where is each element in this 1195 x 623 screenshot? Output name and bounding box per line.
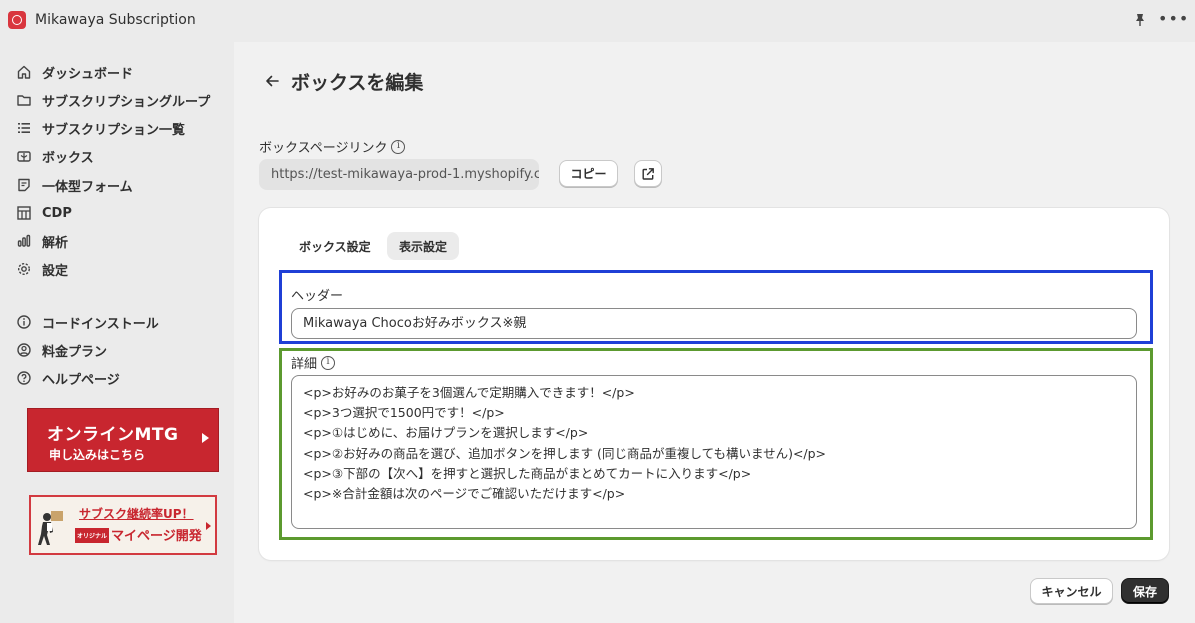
arrow-right-icon	[202, 433, 209, 443]
header-field-label: ヘッダー	[291, 289, 344, 304]
sidebar-item-label: 設定	[42, 263, 69, 279]
page-title: ボックスを編集	[291, 72, 424, 94]
tab-box-settings[interactable]: ボックス設定	[287, 232, 383, 260]
question-circle-icon	[16, 370, 32, 386]
sidebar-item-cdp[interactable]: CDP	[16, 202, 72, 224]
box-link-label: ボックスページリンク	[259, 137, 406, 156]
arrow-right-icon	[206, 522, 211, 530]
save-button[interactable]: 保存	[1121, 578, 1169, 604]
sidebar-item-label: 一体型フォーム	[42, 179, 133, 195]
bar-chart-icon	[16, 233, 32, 249]
gear-icon	[16, 261, 32, 277]
sidebar-item-label: ボックス	[42, 150, 94, 166]
online-mtg-banner[interactable]: オンラインMTG 申し込みはこちら	[27, 408, 219, 472]
detail-text-line: <p>②お好みの商品を選び、追加ボタンを押します (同じ商品が重複しても構いませ…	[303, 445, 827, 461]
sidebar-item-subscription-list[interactable]: サブスクリプション一覧	[16, 117, 185, 139]
detail-field-label: 詳細	[291, 353, 336, 372]
tab-display-settings[interactable]: 表示設定	[387, 232, 460, 260]
sidebar-item-integrated-form[interactable]: 一体型フォーム	[16, 174, 133, 196]
detail-text-line: <p>3つ選択で1500円です！</p>	[303, 405, 505, 421]
pin-icon[interactable]	[1132, 12, 1148, 28]
app-logo-icon	[8, 11, 26, 29]
app-title: Mikawaya Subscription	[35, 12, 196, 28]
copy-button[interactable]: コピー	[559, 160, 618, 187]
detail-text-line: <p>お好みのお菓子を3個選んで定期購入できます！</p>	[303, 385, 635, 400]
detail-textarea[interactable]: <p>お好みのお菓子を3個選んで定期購入できます！</p> <p>3つ選択で15…	[291, 375, 1137, 529]
sidebar-item-label: 解析	[42, 235, 69, 251]
gift-icon	[16, 148, 32, 164]
detail-text-line: <p>③下部の【次へ】を押すと選択した商品がまとめてカートに入ります</p>	[303, 465, 752, 481]
detail-text-line: <p>※合計金額は次のページでご確認いただけます</p>	[303, 486, 626, 502]
sidebar-item-label: ダッシュボード	[42, 66, 134, 82]
user-circle-icon	[16, 342, 32, 358]
home-icon	[16, 64, 32, 80]
info-icon[interactable]	[391, 139, 406, 154]
external-link-icon	[642, 167, 654, 180]
more-icon[interactable]: •••	[1158, 11, 1188, 28]
sidebar-item-code-install[interactable]: コードインストール	[16, 311, 159, 333]
mypage-dev-banner[interactable]: サブスク継続率UP！ オリジナル マイページ開発	[29, 495, 217, 555]
sidebar-item-analytics[interactable]: 解析	[16, 230, 68, 252]
sidebar-item-label: CDP	[42, 205, 72, 221]
detail-text-line: <p>①はじめに、お届けプランを選択します</p>	[303, 425, 589, 441]
box-link-url-field[interactable]: https://test-mikawaya-prod-1.myshopify.c	[259, 159, 539, 190]
open-external-button[interactable]	[634, 160, 662, 187]
sidebar-item-label: 料金プラン	[42, 344, 108, 360]
sidebar-item-pricing[interactable]: 料金プラン	[16, 339, 107, 361]
header-input[interactable]: Mikawaya Chocoお好みボックス※親	[291, 308, 1137, 339]
sidebar-item-label: コードインストール	[42, 316, 159, 332]
top-bar: Mikawaya Subscription •••	[0, 0, 1195, 42]
list-icon	[16, 120, 32, 136]
cancel-button[interactable]: キャンセル	[1030, 578, 1113, 604]
sidebar-item-label: ヘルプページ	[42, 372, 120, 388]
sidebar-item-subscription-groups[interactable]: サブスクリプショングループ	[16, 89, 210, 111]
person-illustration-icon	[38, 511, 63, 545]
grid-icon	[16, 205, 32, 221]
sidebar-item-help[interactable]: ヘルプページ	[16, 367, 120, 389]
back-arrow-icon[interactable]	[263, 72, 281, 90]
sidebar-item-dashboard[interactable]: ダッシュボード	[16, 61, 133, 83]
sidebar-item-label: サブスクリプショングループ	[42, 94, 211, 110]
sidebar-item-label: サブスクリプション一覧	[42, 122, 186, 138]
form-icon	[16, 177, 32, 193]
folder-icon	[16, 92, 32, 108]
info-circle-icon	[16, 314, 32, 330]
sidebar-item-box[interactable]: ボックス	[16, 145, 94, 167]
info-icon[interactable]	[321, 355, 336, 370]
sidebar-item-settings[interactable]: 設定	[16, 258, 68, 280]
